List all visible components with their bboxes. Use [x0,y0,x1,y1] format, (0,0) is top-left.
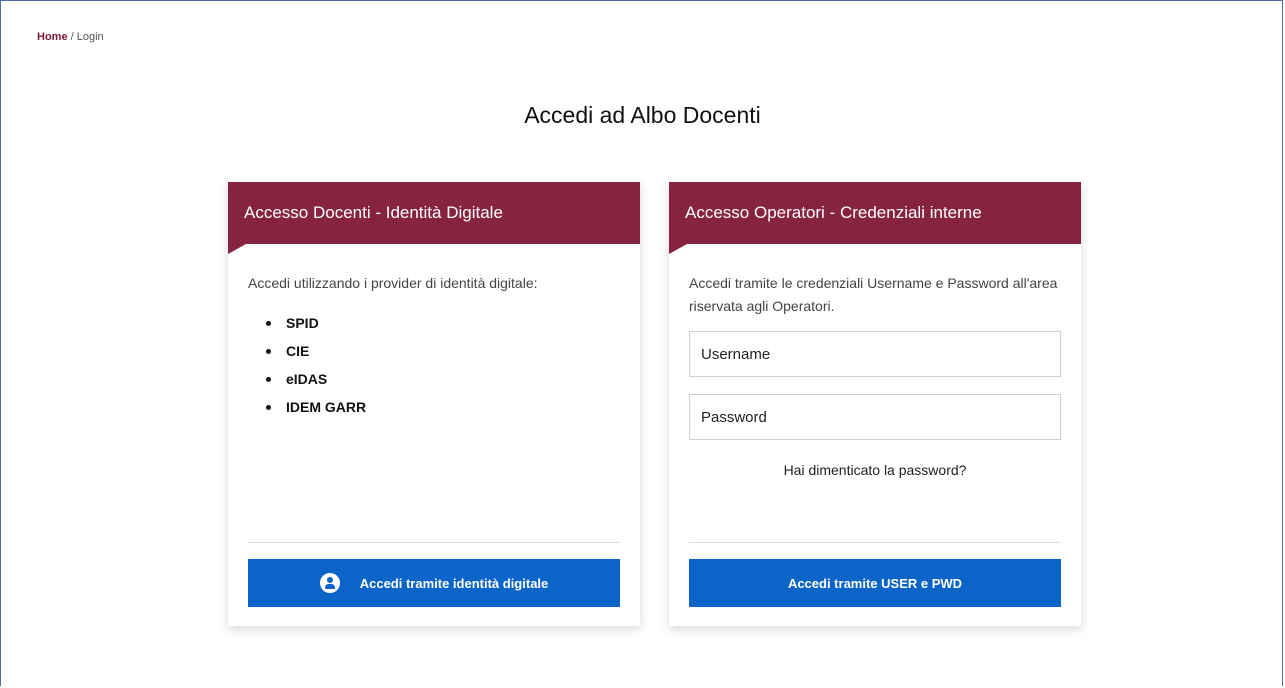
breadcrumb: Home / Login [37,31,104,43]
breadcrumb-home-link[interactable]: Home [37,31,68,43]
credentials-login-button[interactable]: Accedi tramite USER e PWD [689,559,1061,607]
username-field[interactable] [689,331,1061,377]
operator-credentials-card-header: Accesso Operatori - Credenziali interne [669,182,1081,254]
bullet-icon [266,321,271,326]
card-divider [248,542,620,543]
bullet-icon [266,377,271,382]
digital-identity-card-body: Accedi utilizzando i provider di identit… [228,272,640,421]
digital-identity-login-label: Accedi tramite identità digitale [359,575,549,591]
bullet-icon [266,405,271,410]
provider-item-cie: CIE [248,337,620,365]
operator-intro: Accedi tramite le credenziali Username e… [689,275,1058,314]
credentials-login-label: Accedi tramite USER e PWD [787,575,963,591]
provider-label: CIE [286,343,310,359]
digital-identity-card-header: Accesso Docenti - Identità Digitale [228,182,640,254]
digital-identity-login-button[interactable]: Accedi tramite identità digitale [248,559,620,607]
user-circle-icon [319,573,340,593]
provider-item-spid: SPID [248,309,620,337]
provider-label: IDEM GARR [286,399,367,415]
bullet-icon [266,349,271,354]
breadcrumb-current: Login [76,31,104,43]
breadcrumb-separator: / [67,31,77,43]
digital-identity-intro: Accedi utilizzando i provider di identit… [248,275,538,291]
provider-label: eIDAS [286,371,328,387]
operator-credentials-card-body: Accedi tramite le credenziali Username e… [669,272,1081,478]
page-title: Accedi ad Albo Docenti [524,102,761,128]
digital-identity-card: Accesso Docenti - Identità Digitale Acce… [228,182,640,626]
forgot-password-link[interactable]: Hai dimenticato la password? [689,462,1061,478]
provider-list: SPID CIE eIDAS IDEM GARR [248,309,620,421]
operator-credentials-card: Accesso Operatori - Credenziali interne … [669,182,1081,626]
card-divider [689,542,1061,543]
provider-item-eidas: eIDAS [248,365,620,393]
provider-item-idem-garr: IDEM GARR [248,393,620,421]
provider-label: SPID [286,315,319,331]
password-field[interactable] [689,394,1061,440]
